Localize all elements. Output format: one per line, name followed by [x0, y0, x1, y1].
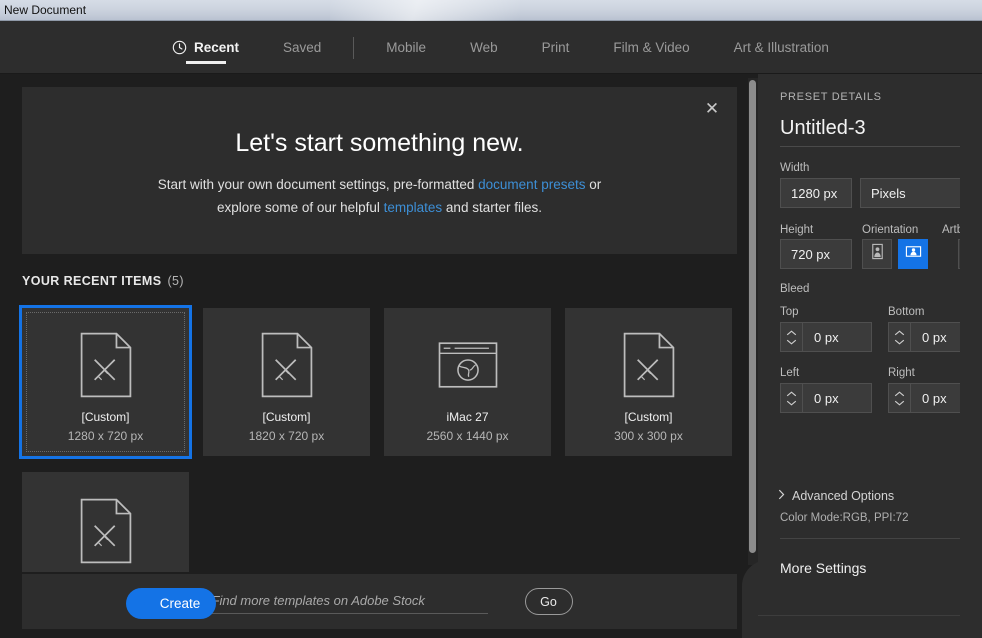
recent-card-1-dims: 1820 x 720 px	[203, 429, 370, 443]
bleed-top-input[interactable]: 0 px	[802, 322, 872, 352]
tab-recent[interactable]: Recent	[150, 21, 261, 74]
window-title: New Document	[4, 3, 86, 17]
banner-line1-prefix: Start with your own document settings, p…	[158, 177, 478, 192]
tab-recent-label: Recent	[194, 40, 239, 55]
tab-print[interactable]: Print	[520, 21, 592, 74]
color-mode-summary: Color Mode:RGB, PPI:72	[780, 512, 908, 524]
width-input[interactable]: 1280 px	[780, 178, 852, 208]
document-pencil-ruler-icon	[22, 326, 189, 404]
bleed-top-label: Top	[780, 306, 799, 318]
tab-bar: Recent Saved Mobile Web Print Film & Vid…	[0, 21, 982, 74]
preset-details-panel: PRESET DETAILS Untitled-3 Width 1280 px …	[758, 74, 982, 638]
panel-divider-1	[780, 538, 982, 539]
recent-items-count: (5)	[167, 274, 183, 288]
panel-right-edge	[960, 74, 982, 638]
window-titlebar: New Document	[0, 0, 982, 21]
bleed-top-stepper[interactable]	[780, 322, 802, 352]
clock-icon	[172, 40, 187, 55]
recent-items-label: YOUR RECENT ITEMS	[22, 274, 161, 288]
bleed-bottom-stepper[interactable]	[888, 322, 910, 352]
tab-art-and-illustration-label: Art & Illustration	[734, 40, 829, 55]
content-scrollbar-thumb[interactable]	[749, 80, 756, 553]
recent-card-0[interactable]: [Custom] 1280 x 720 px	[22, 308, 189, 456]
bleed-right-label: Right	[888, 367, 915, 379]
tab-web[interactable]: Web	[448, 21, 520, 74]
banner-subtitle: Start with your own document settings, p…	[22, 173, 737, 219]
recent-card-2-dims: 2560 x 1440 px	[384, 429, 551, 443]
document-name-underline	[780, 146, 982, 147]
bleed-left-stepper[interactable]	[780, 383, 802, 413]
chevron-right-icon	[778, 487, 785, 505]
document-presets-link[interactable]: document presets	[478, 177, 585, 192]
portrait-icon	[869, 243, 886, 265]
bleed-bottom-label: Bottom	[888, 306, 924, 318]
tab-divider	[353, 37, 354, 59]
search-go-button[interactable]: Go	[525, 588, 573, 615]
create-button[interactable]: Create	[144, 588, 216, 619]
orientation-landscape-button[interactable]	[898, 239, 928, 269]
search-field-group: Go	[187, 588, 573, 615]
banner-line1-suffix: or	[585, 177, 601, 192]
templates-link[interactable]: templates	[384, 200, 443, 215]
panel-divider-2	[758, 615, 982, 616]
width-label: Width	[780, 162, 809, 174]
more-settings-button[interactable]: More Settings	[780, 560, 866, 576]
document-name-input[interactable]: Untitled-3	[780, 117, 866, 140]
document-pencil-ruler-icon	[203, 326, 370, 404]
recent-card-2[interactable]: iMac 27 2560 x 1440 px	[384, 308, 551, 456]
recent-card-3-dims: 300 x 300 px	[565, 429, 732, 443]
tab-active-indicator	[186, 61, 226, 64]
banner-title: Let's start something new.	[22, 129, 737, 158]
recent-card-3-name: [Custom]	[565, 410, 732, 424]
orientation-portrait-button[interactable]	[862, 239, 892, 269]
tab-art-and-illustration[interactable]: Art & Illustration	[712, 21, 851, 74]
bleed-left-label: Left	[780, 367, 799, 379]
close-icon[interactable]: ✕	[701, 98, 723, 120]
advanced-options-label: Advanced Options	[792, 489, 894, 503]
bleed-left-input[interactable]: 0 px	[802, 383, 872, 413]
bleed-right-stepper[interactable]	[888, 383, 910, 413]
tab-mobile[interactable]: Mobile	[364, 21, 448, 74]
tab-mobile-label: Mobile	[386, 40, 426, 55]
promo-banner: ✕ Let's start something new. Start with …	[22, 87, 737, 254]
document-pencil-ruler-icon	[22, 492, 189, 570]
recent-card-2-name: iMac 27	[384, 410, 551, 424]
banner-line2-prefix: explore some of our helpful	[217, 200, 384, 215]
recent-card-1[interactable]: [Custom] 1820 x 720 px	[203, 308, 370, 456]
advanced-options-toggle[interactable]: Advanced Options	[778, 487, 894, 505]
height-input[interactable]: 720 px	[780, 239, 852, 269]
tab-saved-label: Saved	[283, 40, 321, 55]
recent-card-4[interactable]	[22, 472, 189, 572]
main-content: ✕ Let's start something new. Start with …	[0, 74, 752, 638]
tab-film-and-video[interactable]: Film & Video	[591, 21, 711, 74]
bleed-label: Bleed	[780, 283, 809, 295]
titlebar-sheen	[330, 0, 520, 21]
landscape-icon	[905, 243, 922, 265]
browser-globe-icon	[384, 326, 551, 404]
tab-web-label: Web	[470, 40, 498, 55]
orientation-label: Orientation	[862, 224, 918, 236]
recent-items-heading: YOUR RECENT ITEMS (5)	[22, 274, 184, 288]
tab-film-and-video-label: Film & Video	[613, 40, 689, 55]
search-input[interactable]	[212, 590, 488, 614]
document-pencil-ruler-icon	[565, 326, 732, 404]
recent-card-3[interactable]: [Custom] 300 x 300 px	[565, 308, 732, 456]
tab-print-label: Print	[542, 40, 570, 55]
tab-saved[interactable]: Saved	[261, 21, 343, 74]
height-label: Height	[780, 224, 813, 236]
recent-card-0-name: [Custom]	[22, 410, 189, 424]
tab-list: Recent Saved Mobile Web Print Film & Vid…	[150, 21, 851, 74]
preset-details-kicker: PRESET DETAILS	[780, 91, 882, 103]
recent-card-1-name: [Custom]	[203, 410, 370, 424]
recent-card-0-dims: 1280 x 720 px	[22, 429, 189, 443]
banner-line2-suffix: and starter files.	[442, 200, 542, 215]
